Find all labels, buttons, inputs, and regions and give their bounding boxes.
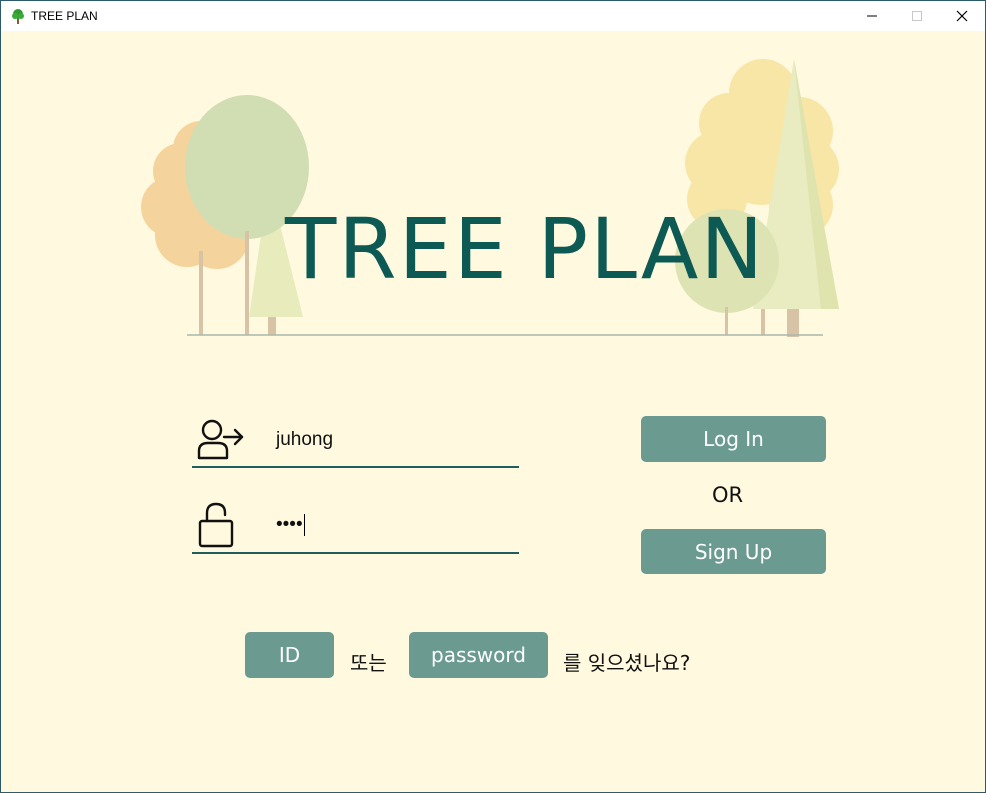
app-window: TREE PLAN TREE PLAN juhong •••• Log In O… bbox=[0, 0, 986, 793]
title-bar: TREE PLAN bbox=[1, 1, 985, 31]
maximize-button[interactable] bbox=[894, 1, 940, 31]
password-mask: •••• bbox=[276, 514, 303, 536]
recovery-connector: 또는 bbox=[350, 651, 387, 675]
minimize-icon bbox=[867, 15, 877, 17]
window-title: TREE PLAN bbox=[31, 9, 98, 23]
or-label: OR bbox=[712, 483, 744, 507]
forest-illustration bbox=[141, 59, 839, 337]
main-content: TREE PLAN juhong •••• Log In OR Sign Up … bbox=[1, 31, 985, 792]
text-caret bbox=[303, 514, 305, 536]
minimize-button[interactable] bbox=[849, 1, 895, 31]
tree-app-icon bbox=[12, 9, 24, 24]
login-button[interactable]: Log In bbox=[641, 416, 826, 462]
username-input[interactable]: juhong bbox=[276, 429, 333, 451]
username-underline bbox=[192, 466, 519, 468]
user-arrow-icon bbox=[197, 419, 244, 460]
close-icon bbox=[956, 10, 968, 22]
close-button[interactable] bbox=[939, 1, 985, 31]
left-trees bbox=[141, 95, 309, 335]
maximize-icon bbox=[912, 11, 922, 21]
find-password-button[interactable]: password bbox=[409, 632, 548, 678]
app-title: TREE PLAN bbox=[285, 200, 766, 298]
unlock-icon bbox=[198, 502, 234, 548]
recovery-suffix: 를 잊으셨나요? bbox=[563, 651, 691, 675]
password-underline bbox=[192, 552, 519, 554]
signup-button[interactable]: Sign Up bbox=[641, 529, 826, 574]
find-id-button[interactable]: ID bbox=[245, 632, 334, 678]
password-input[interactable]: •••• bbox=[276, 514, 305, 536]
